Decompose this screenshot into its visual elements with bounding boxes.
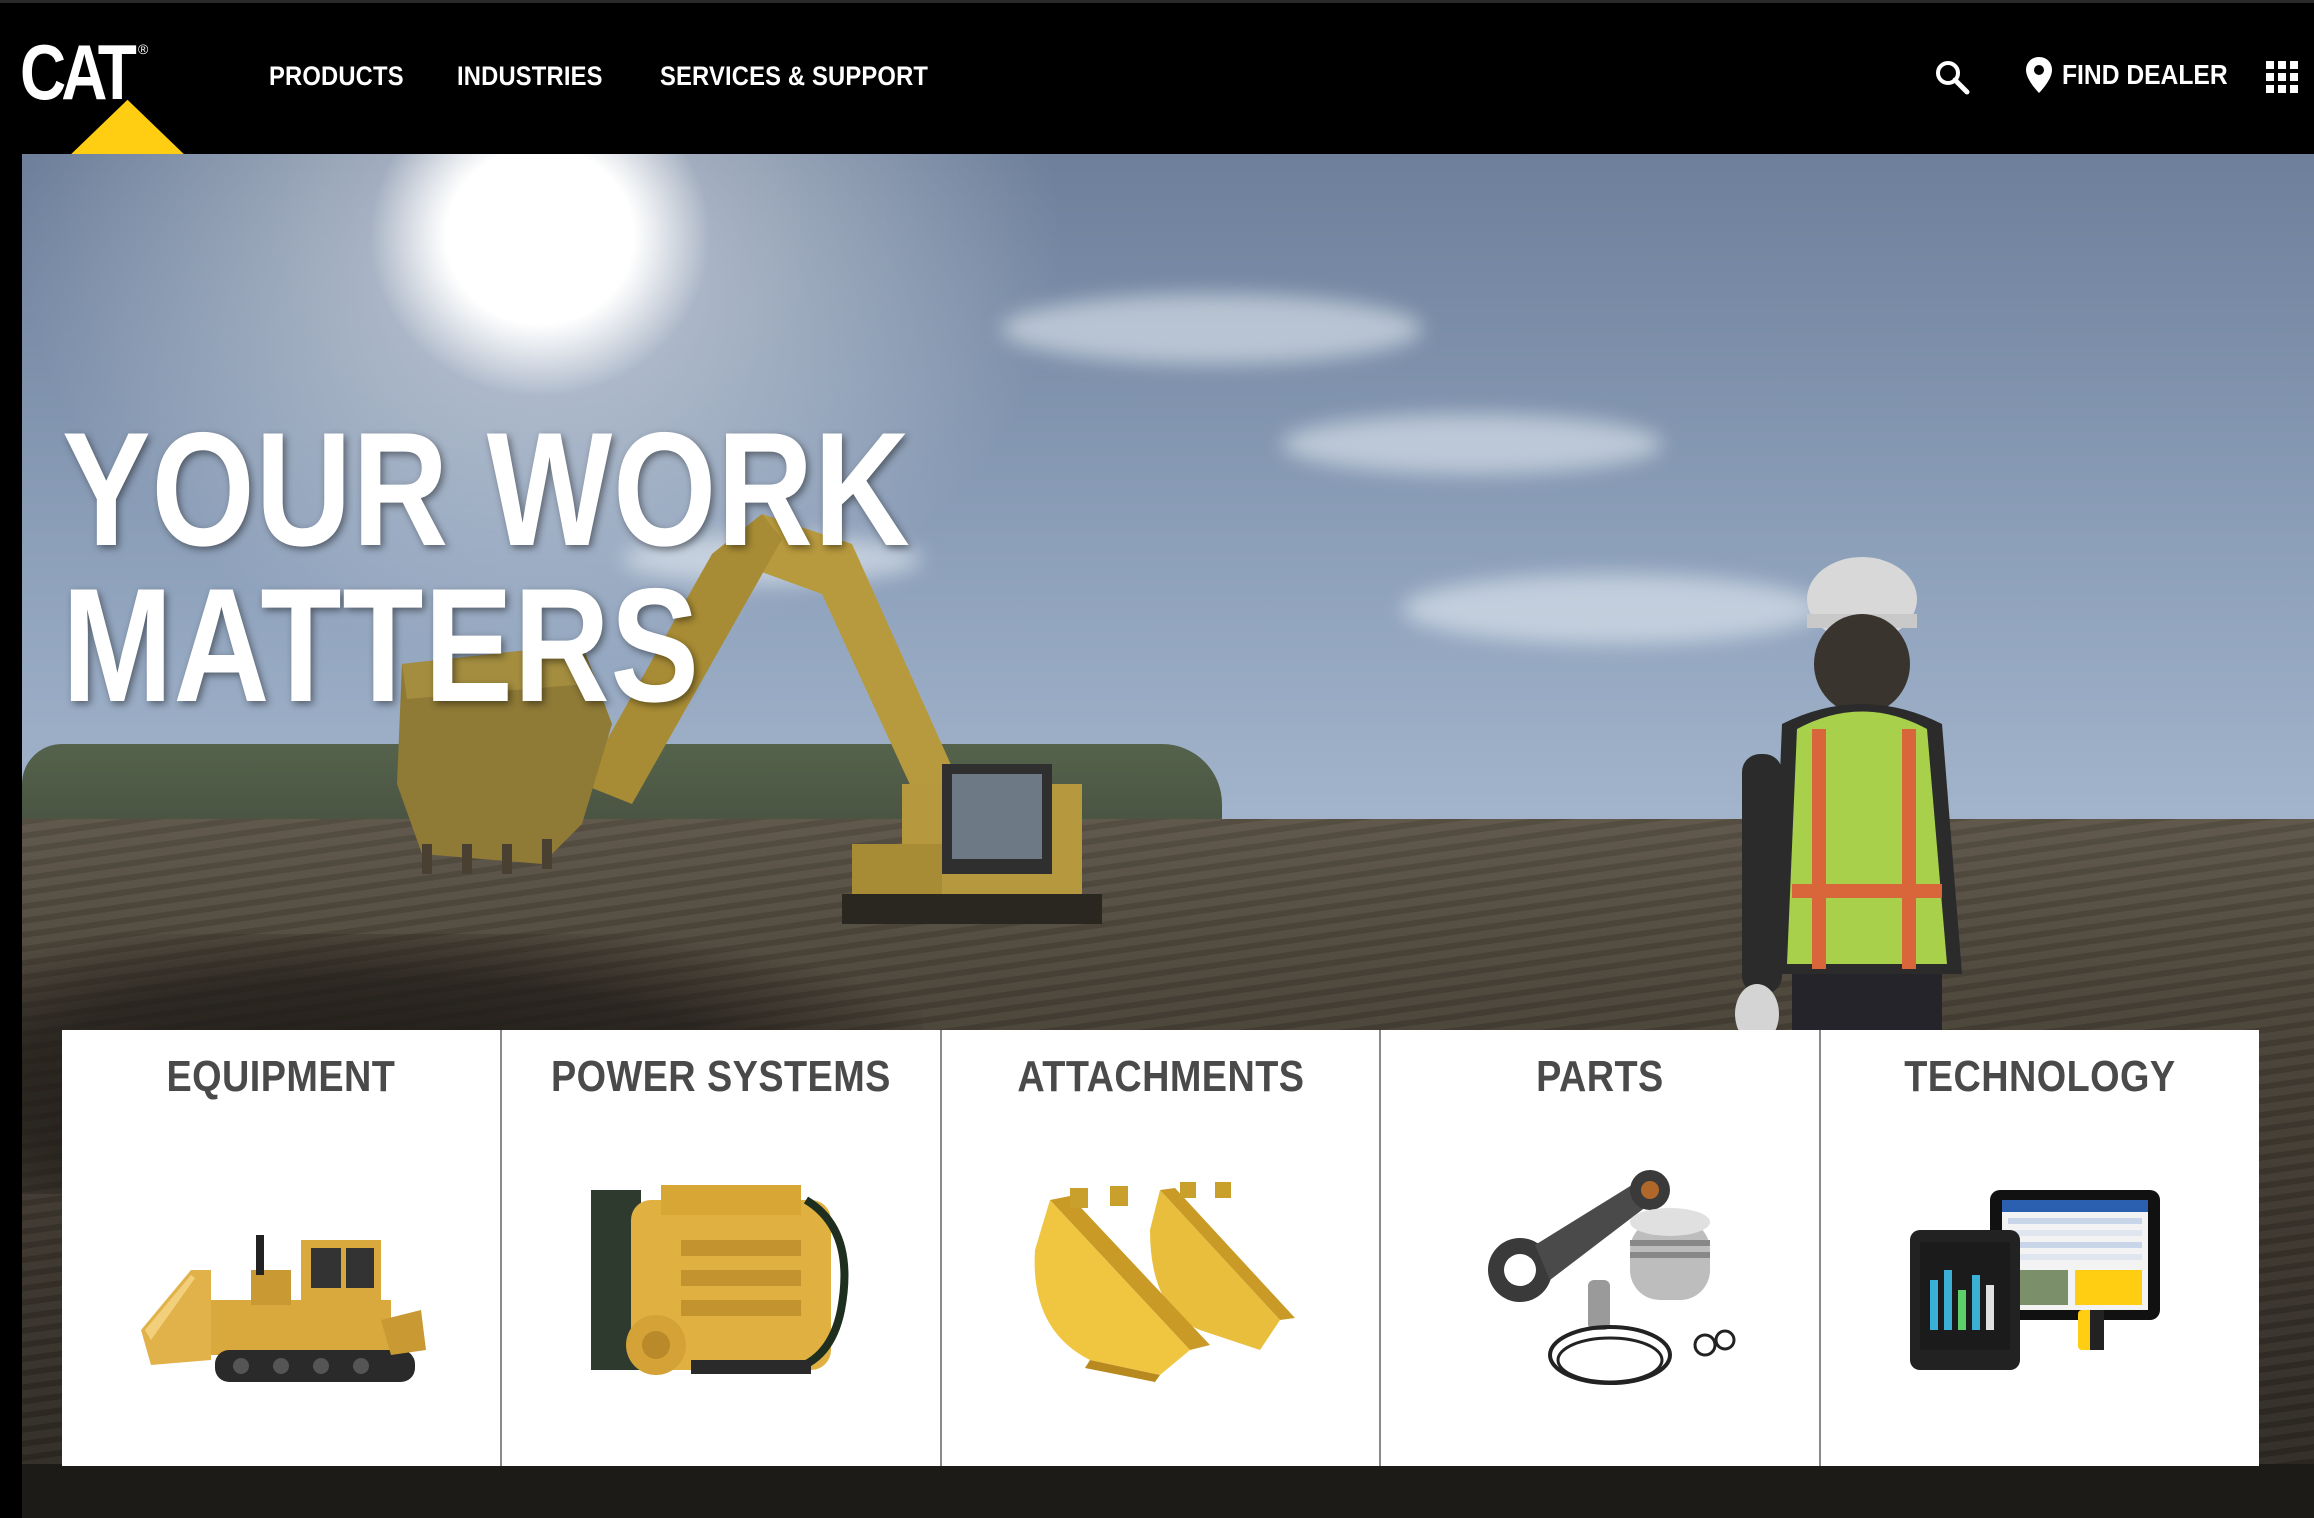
category-card-parts[interactable]: PARTS	[1381, 1030, 1822, 1466]
engine-image	[571, 1160, 871, 1400]
hero-bottom-strip	[22, 1464, 2314, 1518]
cat-logo[interactable]: CAT ®	[20, 33, 191, 161]
hero-headline-line2: MATTERS	[62, 555, 700, 736]
category-label: POWER SYSTEMS	[550, 1052, 891, 1101]
buckets-image	[1010, 1160, 1310, 1400]
category-label: TECHNOLOGY	[1904, 1052, 2176, 1101]
category-card-power-systems[interactable]: POWER SYSTEMS	[502, 1030, 942, 1466]
tablets-image	[1890, 1160, 2190, 1400]
nav-industries[interactable]: INDUSTRIES	[457, 61, 603, 92]
category-card-equipment[interactable]: EQUIPMENT	[62, 1030, 502, 1466]
find-dealer-label: FIND DEALER	[2062, 59, 2228, 90]
grid-menu-icon[interactable]	[2266, 61, 2298, 93]
category-card-technology[interactable]: TECHNOLOGY	[1821, 1030, 2259, 1466]
category-card-attachments[interactable]: ATTACHMENTS	[942, 1030, 1382, 1466]
nav-services-support[interactable]: SERVICES & SUPPORT	[660, 61, 928, 92]
cloud	[1002, 294, 1422, 364]
hero-headline-line1: YOUR WORK	[62, 399, 911, 580]
bulldozer-image	[131, 1160, 431, 1400]
nav-products[interactable]: PRODUCTS	[269, 61, 404, 92]
category-cards: EQUIPMENT POWER SYSTEMS ATTACHMENTS PART…	[62, 1030, 2259, 1466]
category-label: ATTACHMENTS	[1016, 1052, 1305, 1101]
registered-mark: ®	[138, 41, 149, 57]
location-pin-icon	[2026, 57, 2052, 93]
category-label: PARTS	[1536, 1052, 1665, 1101]
piston-rod-image	[1450, 1160, 1750, 1400]
search-icon[interactable]	[1932, 57, 1972, 97]
top-navigation-bar: CAT ® PRODUCTS INDUSTRIES SERVICES & SUP…	[0, 0, 2314, 161]
find-dealer-link[interactable]: FIND DEALER	[2024, 55, 2250, 95]
cloud	[1282, 414, 1662, 474]
hero-headline: YOUR WORK MATTERS	[62, 409, 911, 727]
category-label: EQUIPMENT	[166, 1052, 396, 1101]
